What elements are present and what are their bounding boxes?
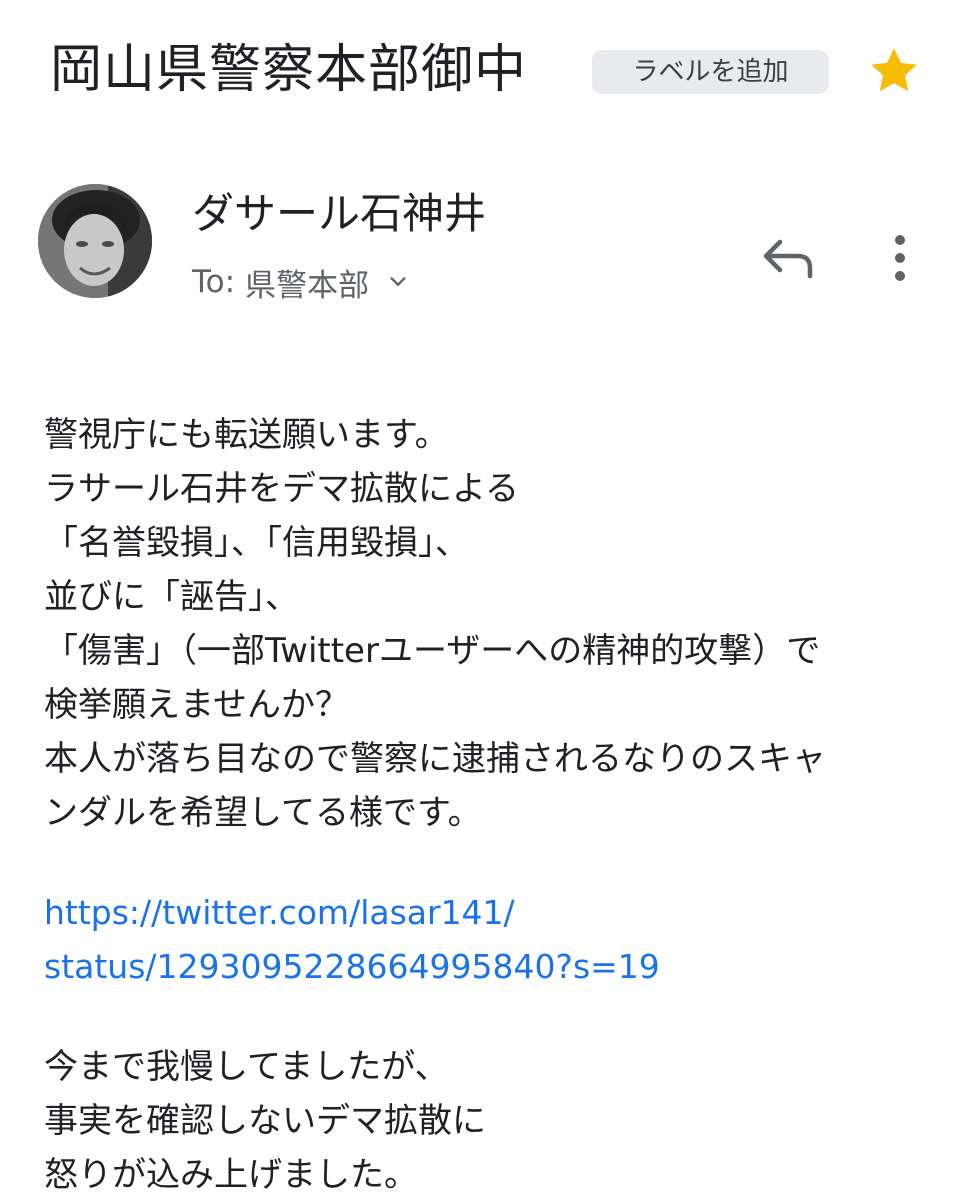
body-line: 怒りが込み上げました。 (44, 1155, 418, 1195)
link-line[interactable]: status/1293095228664995840?s=19 (44, 940, 944, 994)
body-line: 事実を確認しないデマ拡散に (44, 1101, 486, 1141)
subject-bar: 岡山県警察本部御中 ラベルを追加 (0, 0, 958, 140)
sender-name[interactable]: ダサール石神井 (192, 184, 486, 244)
recipient-toggle[interactable]: To: 県警本部 (192, 258, 409, 306)
message-body: 警視庁にも転送願います。 ラサール石井をデマ拡散による 「名誉毀損」、「信用毀損… (44, 408, 944, 1202)
body-line: 「名誉毀損」、「信用毀損」、 (44, 523, 469, 563)
body-paragraph-1: 警視庁にも転送願います。 ラサール石井をデマ拡散による 「名誉毀損」、「信用毀損… (44, 408, 944, 840)
body-line: 本人が落ち目なので警察に逮捕されるなりのスキャ (44, 739, 826, 779)
email-subject: 岡山県警察本部御中 (50, 40, 528, 100)
body-line: 検挙願えませんか？ (44, 685, 349, 725)
avatar-photo (38, 184, 152, 298)
link-line[interactable]: https://twitter.com/lasar141/ (44, 886, 944, 940)
body-line: 警視庁にも転送願います。 (44, 415, 449, 455)
body-line: 「傷害」（一部Twitterユーザーへの精神的攻撃）で (44, 631, 821, 671)
chevron-down-icon (390, 277, 406, 286)
tweet-link[interactable]: https://twitter.com/lasar141/ status/129… (44, 886, 944, 994)
reply-icon[interactable] (758, 228, 818, 284)
body-line: ラサール石井をデマ拡散による (44, 469, 519, 509)
more-vertical-icon[interactable] (882, 230, 918, 286)
avatar[interactable] (38, 184, 152, 298)
body-line: ンダルを希望してる様です。 (44, 793, 482, 833)
body-line: 並びに「誣告」、 (44, 577, 299, 617)
recipient-name: 県警本部 (245, 267, 370, 304)
star-icon[interactable] (866, 43, 922, 99)
body-line: 今まで我慢してましたが、 (44, 1047, 449, 1087)
add-label-button[interactable]: ラベルを追加 (592, 50, 829, 94)
message-header: ダサール石神井 To: 県警本部 (0, 170, 958, 320)
body-paragraph-2: 今まで我慢してましたが、 事実を確認しないデマ拡散に 怒りが込み上げました。 (44, 1040, 944, 1202)
recipient-prefix: To: (192, 264, 236, 300)
